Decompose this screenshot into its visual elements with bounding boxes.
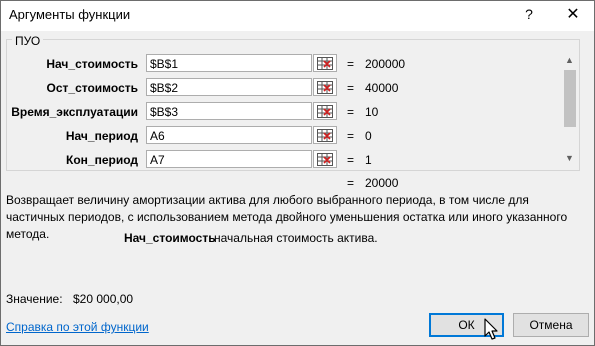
- result-equals-sign: =: [347, 176, 355, 190]
- function-name-label: ПУО: [12, 34, 44, 48]
- range-select-icon[interactable]: [313, 150, 337, 168]
- range-select-icon[interactable]: [313, 54, 337, 72]
- arg-value-end-period: 1: [365, 153, 372, 167]
- window-title: Аргументы функции: [9, 7, 131, 22]
- equals-sign: =: [347, 105, 355, 119]
- arg-input-salvage[interactable]: $B$2: [146, 78, 312, 96]
- arg-value-life: 10: [365, 105, 379, 119]
- arg-input-cost[interactable]: $B$1: [146, 54, 312, 72]
- current-arg-name: Нач_стоимость: [124, 231, 216, 245]
- formula-result: 20000: [365, 176, 399, 190]
- range-select-icon[interactable]: [313, 102, 337, 120]
- arg-value-start-period: 0: [365, 129, 372, 143]
- equals-sign: =: [347, 153, 355, 167]
- arg-label-start-period: Нач_период: [65, 129, 138, 143]
- chevron-up-icon[interactable]: ▲: [561, 52, 578, 69]
- value-label: Значение:: [6, 292, 63, 306]
- scrollbar-thumb[interactable]: [564, 70, 576, 127]
- range-select-icon[interactable]: [313, 126, 337, 144]
- value-amount: $20 000,00: [73, 292, 134, 306]
- range-select-icon[interactable]: [313, 78, 337, 96]
- arg-input-end-period[interactable]: A7: [146, 150, 312, 168]
- chevron-down-icon[interactable]: ▼: [561, 150, 578, 167]
- arg-label-life: Время_эксплуатации: [11, 105, 138, 119]
- mouse-pointer-icon: [484, 318, 500, 345]
- arg-input-life[interactable]: $B$3: [146, 102, 312, 120]
- cancel-button[interactable]: Отмена: [513, 313, 589, 337]
- help-button[interactable]: ?: [521, 6, 537, 22]
- equals-sign: =: [347, 57, 355, 71]
- arg-input-start-period[interactable]: A6: [146, 126, 312, 144]
- arg-value-salvage: 40000: [365, 81, 399, 95]
- arg-label-end-period: Кон_период: [66, 153, 138, 167]
- current-arg-description: начальная стоимость актива.: [214, 231, 378, 245]
- arg-label-cost: Нач_стоимость: [46, 57, 138, 71]
- arg-label-salvage: Ост_стоимость: [46, 81, 138, 95]
- equals-sign: =: [347, 129, 355, 143]
- arg-value-cost: 200000: [365, 57, 406, 71]
- title-bar: Аргументы функции ? ✕: [1, 1, 594, 31]
- function-help-link[interactable]: Справка по этой функции: [6, 320, 149, 334]
- close-button[interactable]: ✕: [563, 4, 583, 24]
- equals-sign: =: [347, 81, 355, 95]
